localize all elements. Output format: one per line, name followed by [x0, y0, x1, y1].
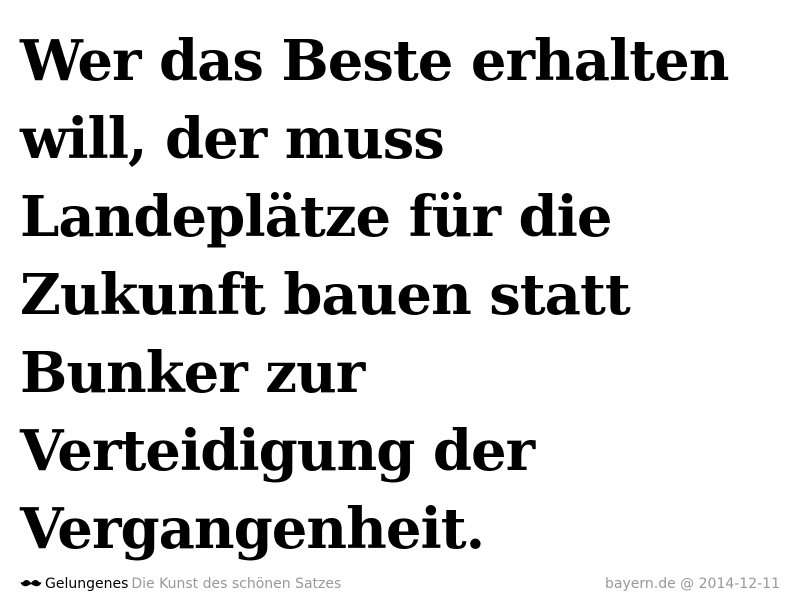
quote-line: will, der muss: [20, 106, 445, 172]
mustache-icon: [20, 579, 42, 587]
quote-line: Wer das Beste erhalten: [20, 28, 730, 94]
site-name: Gelungenes: [45, 576, 129, 592]
quote-line: Vergangenheit.: [20, 496, 485, 562]
quote-line: Zukunft bauen statt: [20, 262, 631, 328]
quote-line: Verteidigung der: [20, 418, 535, 484]
quote-line: Bunker zur: [20, 340, 365, 406]
quote-text: Wer das Beste erhalten will, der muss La…: [20, 22, 790, 568]
footer: Gelungenes Die Kunst des schönen Satzes …: [20, 574, 780, 594]
quote-source: bayern.de @ 2014-12-11: [605, 576, 780, 592]
site-tagline: Die Kunst des schönen Satzes: [131, 576, 342, 592]
quote-line: Landeplätze für die: [20, 184, 613, 250]
brand[interactable]: Gelungenes: [20, 574, 128, 594]
